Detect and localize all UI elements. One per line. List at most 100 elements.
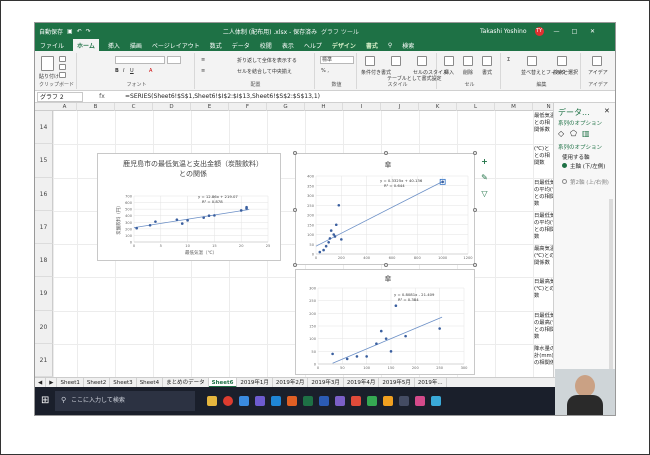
correlation-label-cell[interactable]: 日最低気温の平均(℃)との相関係数 (534, 180, 553, 208)
minimize-button[interactable]: — (552, 28, 562, 35)
formula-input[interactable]: =SERIES(Sheet6!$S$1,Sheet6!$I$2:$I$13,Sh… (121, 93, 320, 100)
app-icon-3[interactable] (383, 396, 393, 406)
maximize-button[interactable]: □ (570, 28, 580, 35)
app-icon-1[interactable] (351, 396, 361, 406)
chart-temperature-carbonated[interactable]: 鹿児島市の最低気温と支出金額（炭酸飲料） との関係 0 100 200 300 400 500… (97, 153, 281, 261)
app-icon-4[interactable] (399, 396, 409, 406)
paste-icon[interactable] (41, 56, 54, 71)
chart-filter-icon[interactable]: ▽ (480, 189, 489, 198)
chart-umbrella-2[interactable]: 傘 0 50 100 150 200 250 300 0 50 100 150 200 250 300 y =… (295, 269, 475, 375)
sheet-tab-2019-01[interactable]: 2019年1月 (237, 377, 273, 388)
column-header[interactable]: J (381, 103, 419, 111)
find-select-icon[interactable] (557, 56, 567, 66)
chart-umbrella-1[interactable]: 傘 0 50 100 150 200 250 300 350 400 0 200 400 600 800 10… (293, 151, 477, 267)
chart-styles-icon[interactable]: ✎ (480, 173, 489, 182)
row-header[interactable]: 15 (35, 144, 53, 178)
resize-handle-nw[interactable] (293, 151, 297, 155)
delete-cells-label[interactable]: 削除 (463, 69, 473, 76)
teams-icon[interactable] (335, 396, 345, 406)
chrome-icon[interactable] (223, 396, 233, 406)
row-header[interactable]: 21 (35, 343, 53, 377)
user-name[interactable]: Takashi Yoshino (480, 28, 527, 35)
tab-help[interactable]: ヘルプ (303, 39, 323, 52)
sheet-tab-2019-02[interactable]: 2019年2月 (273, 377, 309, 388)
font-size-combo[interactable] (167, 56, 181, 64)
autosum-icon[interactable]: Σ (507, 57, 510, 63)
sheet-tab-more[interactable]: 2019年... (415, 377, 447, 388)
resize-handle-n[interactable] (384, 151, 388, 155)
column-header[interactable]: N (533, 103, 553, 111)
column-header[interactable]: E (191, 103, 229, 111)
format-cells-label[interactable]: 書式 (482, 69, 492, 76)
tab-insert[interactable]: 挿入 (107, 39, 121, 52)
series-options-icon[interactable]: ▥ (582, 129, 590, 138)
redo-icon[interactable]: ↷ (86, 28, 91, 35)
ideas-label[interactable]: アイデア (588, 69, 608, 76)
sheet-tab-3[interactable]: Sheet3 (110, 377, 137, 388)
sheet-tab-2019-05[interactable]: 2019年5月 (379, 377, 415, 388)
column-header[interactable]: K (419, 103, 457, 111)
align-left-icon[interactable]: ≡ (201, 68, 205, 74)
row-header[interactable]: 19 (35, 277, 53, 311)
primary-axis-radio[interactable] (562, 163, 567, 168)
name-box[interactable]: グラフ 2 (37, 91, 83, 102)
sheet-nav-next[interactable]: ▶ (46, 377, 58, 388)
resize-handle-w[interactable] (293, 208, 297, 212)
save-icon[interactable]: ▣ (67, 28, 73, 35)
autosave-label[interactable]: 自動保存 (39, 27, 63, 36)
tab-format[interactable]: 書式 (365, 39, 379, 52)
column-header[interactable]: B (77, 103, 115, 111)
tab-file[interactable]: ファイル (39, 39, 65, 52)
column-header[interactable]: M (495, 103, 533, 111)
fill-line-icon[interactable]: ◇ (558, 129, 564, 138)
store-icon[interactable] (255, 396, 265, 406)
format-table-icon[interactable] (391, 56, 401, 66)
correlation-label-cell[interactable]: 最高気温(℃)との相関係数 (534, 246, 553, 267)
sheet-tab-4[interactable]: Sheet4 (137, 377, 164, 388)
column-header[interactable]: C (115, 103, 153, 111)
find-select-label[interactable]: 検索と選択 (553, 69, 578, 76)
tab-home[interactable]: ホーム (73, 38, 99, 52)
secondary-axis-radio[interactable] (562, 179, 567, 184)
bold-icon[interactable]: B (115, 68, 119, 74)
tab-draw[interactable]: 描画 (129, 39, 143, 52)
fx-icon[interactable]: fx (83, 93, 121, 100)
pane-scrollbar[interactable] (609, 199, 613, 369)
insert-cells-icon[interactable] (444, 56, 454, 66)
conditional-format-icon[interactable] (365, 56, 375, 66)
cut-icon[interactable] (59, 56, 66, 62)
pane-close-icon[interactable]: ✕ (604, 107, 610, 115)
align-top-icon[interactable]: ≡ (201, 57, 205, 63)
resize-handle-ne[interactable] (473, 151, 477, 155)
sort-filter-icon[interactable] (527, 56, 537, 66)
powerpoint-icon[interactable] (287, 396, 297, 406)
undo-icon[interactable]: ↶ (77, 28, 82, 35)
worksheet-grid[interactable]: ABCDEFGHIJKLMNOP 1415161718192021 最低気温との… (35, 103, 553, 377)
column-header[interactable]: L (457, 103, 495, 111)
resize-handle-e[interactable] (473, 208, 477, 212)
effects-icon[interactable]: ⬠ (570, 129, 577, 138)
word-icon[interactable] (319, 396, 329, 406)
app-icon-2[interactable] (367, 396, 377, 406)
delete-cells-icon[interactable] (463, 56, 473, 66)
file-explorer-icon[interactable] (207, 396, 217, 406)
correlation-label-cell[interactable]: 日最高気温(℃)との相関係数 (534, 279, 553, 300)
app-icon-5[interactable] (415, 396, 425, 406)
row-header[interactable]: 14 (35, 111, 53, 145)
column-header[interactable]: G (267, 103, 305, 111)
wrap-text-button[interactable]: 折り返して全体を表示する (237, 57, 297, 64)
sheet-tab-summary[interactable]: まとめのデータ (163, 377, 209, 388)
underline-icon[interactable]: U (130, 68, 134, 74)
correlation-label-cell[interactable]: 最低気温 との相 関係数 (534, 113, 553, 134)
tab-view[interactable]: 表示 (281, 39, 295, 52)
format-cells-icon[interactable] (482, 56, 492, 66)
tab-data[interactable]: データ (231, 39, 251, 52)
correlation-label-cell[interactable]: (℃)と との相 関数 (534, 146, 550, 167)
sheet-tab-2019-04[interactable]: 2019年4月 (344, 377, 380, 388)
app-icon-6[interactable] (431, 396, 441, 406)
windows-start-icon[interactable]: ⊞ (41, 395, 49, 406)
font-name-combo[interactable] (115, 56, 165, 64)
sheet-tab-6[interactable]: Sheet6 (208, 377, 238, 388)
correlation-label-cell[interactable]: 日最低気温の最高(℃)との相関係数 (534, 313, 553, 341)
ideas-icon[interactable] (592, 56, 602, 66)
